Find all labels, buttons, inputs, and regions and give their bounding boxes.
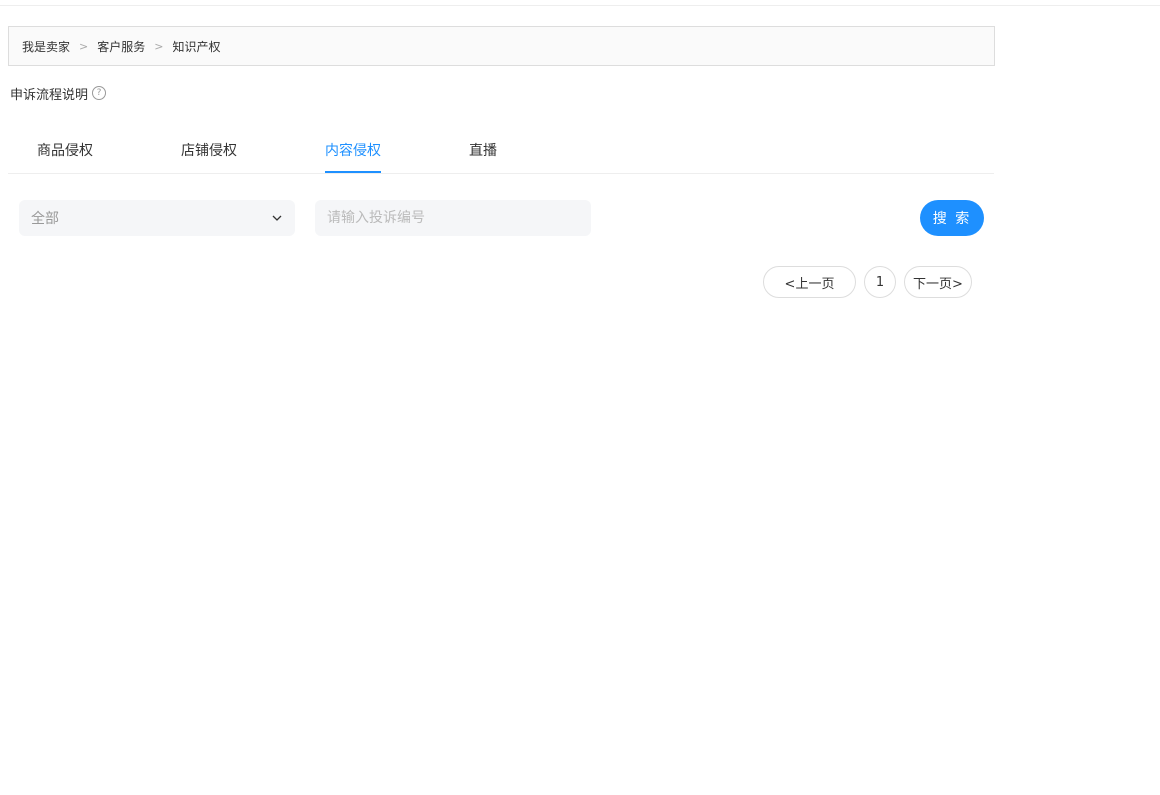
breadcrumb: 我是卖家 > 客户服务 > 知识产权 bbox=[8, 26, 995, 66]
appeal-process-label: 申诉流程说明 bbox=[10, 87, 89, 103]
prev-page-button[interactable]: <上一页 bbox=[763, 266, 856, 298]
appeal-process-link[interactable]: 申诉流程说明 ? bbox=[10, 84, 107, 103]
status-select[interactable]: 全部 bbox=[19, 200, 295, 236]
chevron-down-icon bbox=[272, 215, 282, 221]
status-select-value: 全部 bbox=[31, 211, 59, 227]
next-page-button[interactable]: 下一页> bbox=[904, 266, 972, 298]
page-number-button[interactable]: 1 bbox=[864, 266, 896, 298]
tab-content-infringement[interactable]: 内容侵权 bbox=[325, 140, 381, 173]
breadcrumb-separator: > bbox=[154, 39, 164, 53]
breadcrumb-item-seller[interactable]: 我是卖家 bbox=[22, 38, 70, 55]
complaint-number-input[interactable] bbox=[315, 200, 591, 236]
question-circle-icon[interactable]: ? bbox=[92, 86, 107, 100]
top-divider bbox=[0, 5, 1160, 6]
breadcrumb-item-ip: 知识产权 bbox=[172, 39, 221, 54]
tab-store-infringement[interactable]: 店铺侵权 bbox=[181, 140, 237, 173]
tab-bar: 商品侵权 店铺侵权 内容侵权 直播 bbox=[8, 130, 994, 174]
breadcrumb-separator: > bbox=[79, 39, 89, 53]
breadcrumb-item-customer-service[interactable]: 客户服务 bbox=[97, 38, 145, 55]
tab-product-infringement[interactable]: 商品侵权 bbox=[37, 140, 93, 173]
tab-live-stream[interactable]: 直播 bbox=[469, 140, 497, 173]
search-button[interactable]: 搜 索 bbox=[920, 200, 984, 236]
